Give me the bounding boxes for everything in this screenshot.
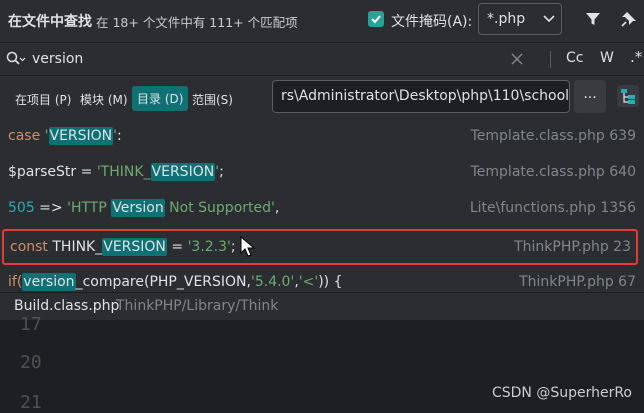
filter-icon[interactable] <box>585 11 601 27</box>
browse-button[interactable]: ... <box>574 80 606 113</box>
result-row[interactable]: 505 => 'HTTP Version Not Supported', Lit… <box>0 192 644 228</box>
result-location: ThinkPHP.php 23 <box>514 239 631 255</box>
code-token: '5.4.0' <box>250 274 295 290</box>
code-token: Not Supported' <box>164 200 275 216</box>
match-summary: 在 18+ 个文件中有 111+ 个匹配项 <box>96 15 298 30</box>
code-token: ' <box>44 128 49 144</box>
search-input[interactable] <box>32 49 492 69</box>
result-row-highlighted[interactable]: const THINK_VERSION = '3.2.3'; ThinkPHP.… <box>2 229 638 265</box>
code-token: THINK_ <box>52 239 103 255</box>
code-token: 'HTTP <box>67 200 112 216</box>
directory-field[interactable]: rs\Administrator\Desktop\php\110\schoolm <box>272 80 570 113</box>
watermark-text: CSDN @SuperherRo <box>491 385 632 401</box>
mouse-cursor-icon <box>240 236 256 257</box>
file-mask-label: 文件掩码(A): <box>391 14 473 30</box>
match-highlight: VERSION <box>102 238 167 256</box>
file-mask-value: *.php <box>487 11 526 27</box>
match-case-toggle[interactable]: Cc <box>566 50 583 66</box>
line-number: 17 <box>20 314 42 335</box>
result-row[interactable]: case 'VERSION': Template.class.php 639 <box>0 120 644 156</box>
match-highlight: Version <box>111 199 165 217</box>
result-location: Template.class.php 640 <box>470 164 636 180</box>
code-token: = <box>166 239 188 255</box>
code-token: 505 <box>8 200 35 216</box>
tab-directory[interactable]: 目录 (D) <box>132 86 189 111</box>
code-token: ; <box>219 164 224 180</box>
result-code: case 'VERSION': <box>8 127 122 145</box>
code-token: '<' <box>298 274 319 290</box>
preview-file-name: Build.class.php <box>14 298 120 314</box>
toolbar-divider <box>550 51 551 68</box>
file-mask-checkbox[interactable] <box>368 11 384 27</box>
match-highlight: VERSION <box>150 163 216 181</box>
whole-word-toggle[interactable]: W <box>600 50 614 66</box>
match-highlight: VERSION <box>48 127 114 145</box>
match-highlight: version <box>22 273 76 291</box>
tab-scope[interactable]: 范围(S) <box>187 88 238 111</box>
result-code: if(version_compare(PHP_VERSION,'5.4.0','… <box>8 273 343 291</box>
dialog-title: 在文件中查找 <box>8 14 92 30</box>
code-token: case <box>8 128 45 144</box>
code-token: : <box>117 128 122 144</box>
search-results-list[interactable]: case 'VERSION': Template.class.php 639 $… <box>0 120 644 292</box>
tab-project[interactable]: 在项目 (P) <box>10 88 76 111</box>
result-row[interactable]: $parseStr = 'THINK_VERSION'; Template.cl… <box>0 156 644 192</box>
code-token: )) { <box>318 274 343 290</box>
code-token: => <box>34 200 68 216</box>
directory-tree-icon[interactable] <box>616 84 640 108</box>
result-code: $parseStr = 'THINK_VERSION'; <box>8 163 224 181</box>
pin-icon[interactable] <box>620 10 638 28</box>
regex-toggle[interactable]: .* <box>630 48 642 66</box>
code-token: if( <box>8 274 23 290</box>
tab-module[interactable]: 模块 (M) <box>75 88 133 111</box>
line-number: 21 <box>20 392 42 413</box>
code-token: _compare(PHP_VERSION, <box>75 274 251 290</box>
code-token: 'THINK_ <box>96 164 151 180</box>
result-code: 505 => 'HTTP Version Not Supported', <box>8 199 280 217</box>
code-token: const <box>10 239 53 255</box>
result-code: const THINK_VERSION = '3.2.3'; <box>10 238 236 256</box>
code-token: '3.2.3' <box>187 239 231 255</box>
file-mask-select[interactable]: *.php <box>478 3 562 35</box>
search-bar: Cc W .* <box>0 42 644 76</box>
code-token: $parseStr = <box>8 164 97 180</box>
result-location: ThinkPHP.php 67 <box>519 274 636 290</box>
line-number: 20 <box>20 352 42 373</box>
preview-header: Build.class.php ThinkPHP/Library/Think <box>0 292 644 320</box>
preview-file-path: ThinkPHP/Library/Think <box>116 298 279 314</box>
chevron-down-icon <box>543 15 555 23</box>
result-location: Template.class.php 639 <box>470 128 636 144</box>
code-token: , <box>274 200 280 216</box>
checkmark-icon <box>371 15 381 24</box>
directory-path: rs\Administrator\Desktop\php\110\schoolm <box>281 88 570 104</box>
search-icon[interactable] <box>6 51 26 67</box>
close-icon[interactable] <box>510 52 524 66</box>
code-token: ; <box>230 239 236 255</box>
result-location: Lite\functions.php 1356 <box>469 200 636 216</box>
